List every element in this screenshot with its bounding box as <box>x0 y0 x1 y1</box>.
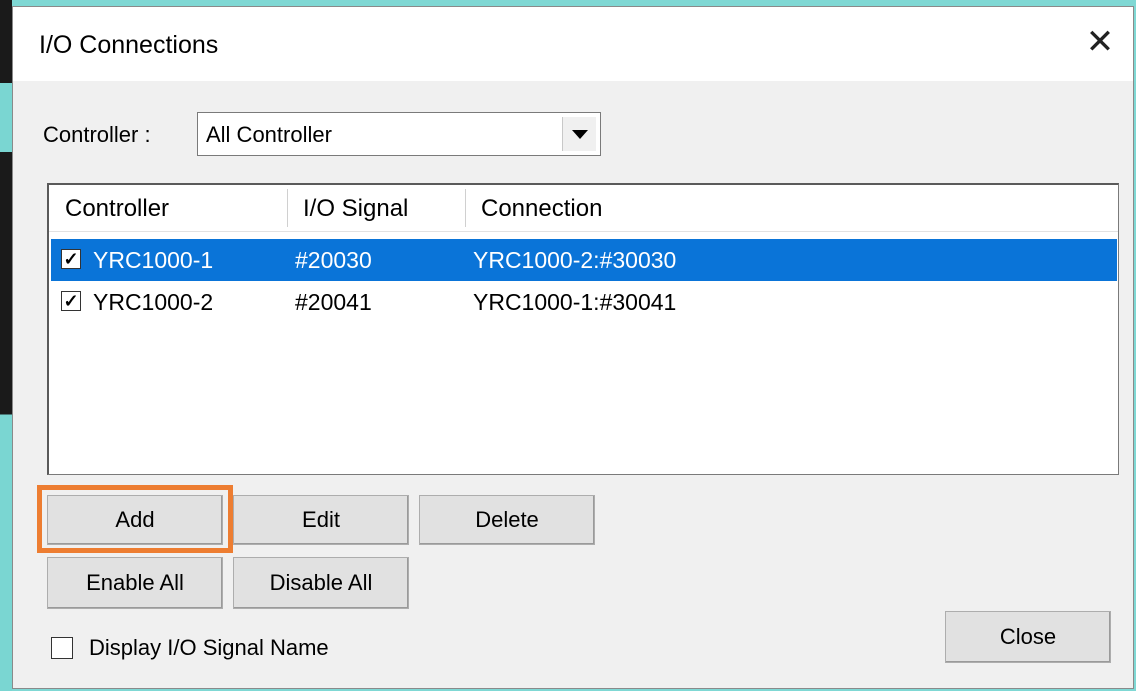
edit-button[interactable]: Edit <box>233 495 409 545</box>
row-connection: YRC1000-1:#30041 <box>473 289 677 315</box>
row-controller: YRC1000-1 <box>93 247 214 273</box>
row-io-signal: #20041 <box>295 289 372 315</box>
delete-button[interactable]: Delete <box>419 495 595 545</box>
column-header-io-signal[interactable]: I/O Signal <box>303 195 408 223</box>
row-io-signal: #20030 <box>295 247 372 273</box>
table-row[interactable]: ✓ YRC1000-1 #20030 YRC1000-2:#30030 <box>51 239 1117 281</box>
dialog-title: I/O Connections <box>39 31 219 59</box>
list-header: Controller I/O Signal Connection <box>49 185 1118 232</box>
column-header-connection[interactable]: Connection <box>481 195 602 223</box>
row-enable-checkbox[interactable]: ✓ <box>61 249 81 269</box>
disable-all-button[interactable]: Disable All <box>233 557 409 609</box>
enable-all-button[interactable]: Enable All <box>47 557 223 609</box>
display-signal-name-checkbox[interactable] <box>51 637 73 659</box>
title-bar: I/O Connections ✕ <box>13 7 1133 81</box>
io-connections-dialog: I/O Connections ✕ Controller : All Contr… <box>12 6 1134 689</box>
column-divider[interactable] <box>287 189 288 227</box>
desktop-background <box>0 0 12 691</box>
controller-filter-dropdown[interactable]: All Controller <box>197 112 601 156</box>
chevron-down-icon[interactable] <box>562 117 596 151</box>
controller-filter-value: All Controller <box>206 122 332 147</box>
table-row[interactable]: ✓ YRC1000-2 #20041 YRC1000-1:#30041 <box>51 281 1117 323</box>
column-header-controller[interactable]: Controller <box>65 195 169 223</box>
column-divider[interactable] <box>465 189 466 227</box>
controller-filter-label: Controller : <box>43 122 151 147</box>
connections-list[interactable]: Controller I/O Signal Connection ✓ YRC10… <box>47 183 1119 475</box>
row-enable-checkbox[interactable]: ✓ <box>61 291 81 311</box>
display-signal-name-label: Display I/O Signal Name <box>89 635 329 660</box>
row-controller: YRC1000-2 <box>93 289 214 315</box>
close-icon[interactable]: ✕ <box>1083 25 1117 59</box>
row-connection: YRC1000-2:#30030 <box>473 247 677 273</box>
add-button[interactable]: Add <box>47 495 223 545</box>
close-button[interactable]: Close <box>945 611 1111 663</box>
